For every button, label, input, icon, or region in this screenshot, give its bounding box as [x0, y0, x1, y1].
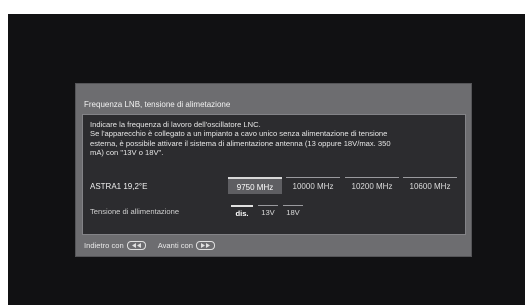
lnb-option-10200[interactable]: 10200 MHz	[345, 177, 399, 194]
description-line: Se l'apparecchio è collegato a un impian…	[90, 129, 388, 139]
back-label: Indietro con	[84, 241, 124, 250]
power-option-off[interactable]: dis.	[231, 205, 253, 218]
description-line: Indicare la frequenza di lavoro dell'osc…	[90, 120, 261, 129]
lnb-settings-dialog: Frequenza LNB, tensione di alimetazione …	[75, 83, 472, 257]
tv-screen: Frequenza LNB, tensione di alimetazione …	[8, 14, 525, 305]
description-line: esterna, è possibile attivare il sistema…	[90, 138, 391, 148]
rewind-button-icon	[126, 241, 146, 250]
forward-label: Avanti con	[157, 241, 194, 250]
fast-forward-button-icon	[196, 241, 216, 250]
description-line: mA) con "13V o 18V".	[90, 148, 164, 158]
lnb-option-10600[interactable]: 10600 MHz	[403, 177, 457, 194]
lnb-satellite-label: ASTRA1 19,2°E	[90, 182, 148, 191]
lnb-option-10000[interactable]: 10000 MHz	[286, 177, 340, 194]
power-supply-label: Tensione di allimentazione	[90, 207, 180, 216]
description-text: Indicare la frequenza di lavoro dell'osc…	[90, 120, 460, 158]
back-hint[interactable]: Indietro con	[84, 241, 146, 250]
dialog-title: Frequenza LNB, tensione di alimetazione	[84, 100, 231, 109]
dialog-footer: Indietro con Avanti con	[84, 241, 227, 250]
power-option-18v[interactable]: 18V	[283, 205, 303, 218]
power-option-13v[interactable]: 13V	[258, 205, 278, 218]
dialog-content-panel: Indicare la frequenza di lavoro dell'osc…	[82, 114, 466, 235]
lnb-option-9750[interactable]: 9750 MHz	[228, 177, 282, 194]
forward-hint[interactable]: Avanti con	[157, 241, 216, 250]
